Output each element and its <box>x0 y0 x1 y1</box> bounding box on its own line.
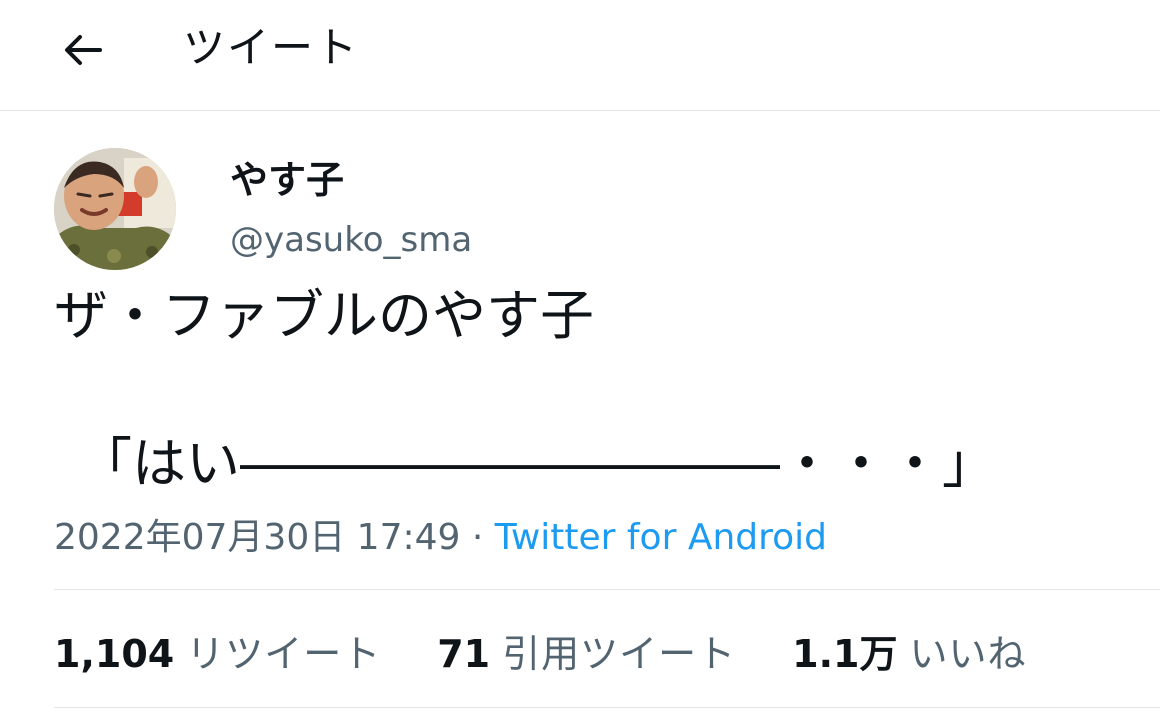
stat-label: いいね <box>909 631 1027 676</box>
retweet-count[interactable]: 1,104 リツイート <box>54 623 381 678</box>
meta-separator: · <box>460 517 495 558</box>
source-link[interactable]: Twitter for Android <box>495 517 827 558</box>
stat-count: 1,104 <box>54 631 175 676</box>
tweet-text-line-1: ザ・ファブルのやす子 <box>54 284 594 347</box>
tweet-meta: 2022年07月30日 17:49 · Twitter for Android <box>54 514 827 562</box>
like-count[interactable]: 1.1万 いいね <box>792 623 1026 678</box>
top-bar: ツイート <box>0 0 1160 111</box>
divider <box>54 589 1160 590</box>
timestamp[interactable]: 2022年07月30日 17:49 <box>54 517 460 558</box>
page-title: ツイート <box>183 23 360 72</box>
stat-count: 71 <box>437 631 491 676</box>
profile-photo <box>54 148 176 270</box>
back-button[interactable] <box>50 18 114 82</box>
display-name[interactable]: やす子 <box>230 156 344 204</box>
quote-tweet-count[interactable]: 71 引用ツイート <box>437 623 736 678</box>
stat-label: 引用ツイート <box>502 631 737 676</box>
tweet-text-line-2: 「はい――――――――――・・・」 <box>78 432 996 495</box>
user-handle[interactable]: @yasuko_sma <box>230 216 472 264</box>
arrow-left-icon <box>65 35 102 65</box>
stat-label: リツイート <box>186 631 382 676</box>
avatar[interactable] <box>54 148 176 270</box>
engagement-stats: 1,104 リツイート 71 引用ツイート 1.1万 いいね <box>54 624 1082 676</box>
divider <box>54 707 1160 708</box>
stat-count: 1.1万 <box>792 631 898 676</box>
